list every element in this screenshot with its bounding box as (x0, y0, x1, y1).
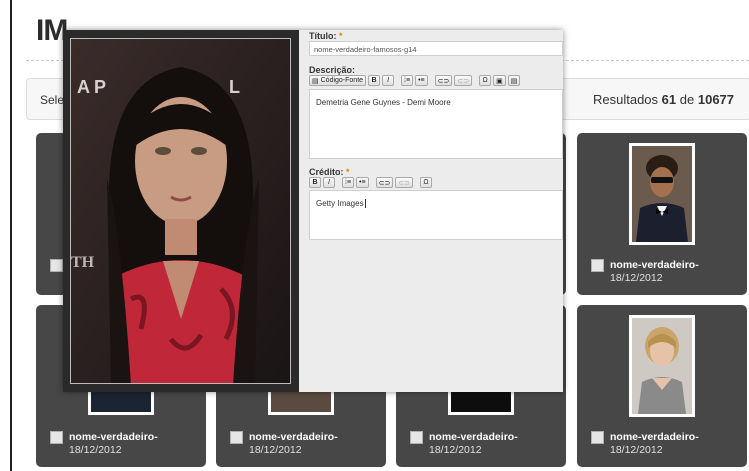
card-name: nome-verdadeiro- (610, 431, 699, 443)
descricao-toolbar: ▤ Código-Fonte B I ⁞≡ •≡ ⊂⊃ ⊂⊃ Ω ▣ ▤ (309, 74, 521, 87)
ordered-list-button[interactable]: ⁞≡ (401, 75, 414, 86)
portrait-woman-photo-icon: AP L TH (71, 39, 290, 383)
select-label[interactable]: Sele (40, 93, 64, 107)
select-checkbox[interactable] (591, 259, 604, 272)
bold-button[interactable]: B (309, 177, 321, 188)
text-caret (364, 199, 366, 209)
results-summary: Resultados 61 de 10677 (593, 92, 734, 107)
card-name: nome-verdadeiro- (610, 259, 699, 271)
italic-button[interactable]: I (382, 75, 395, 86)
results-sep: de (679, 92, 695, 107)
results-prefix: Resultados (593, 92, 659, 107)
card-date: 18/12/2012 (610, 272, 663, 284)
card-name: nome-verdadeiro- (429, 431, 518, 443)
svg-text:TH: TH (71, 254, 95, 271)
special-char-button[interactable]: Ω (479, 75, 492, 86)
descricao-editor[interactable]: Demetria Gene Guynes - Demi Moore (309, 89, 563, 159)
source-code-icon: ▤ (312, 77, 319, 85)
titulo-input[interactable]: nome-verdadeiro-famosos-g14 (309, 41, 563, 56)
image-card[interactable]: nome-verdadeiro- 18/12/2012 (577, 305, 747, 467)
portrait-man-icon (632, 146, 692, 242)
card-date: 18/12/2012 (69, 444, 122, 456)
select-checkbox[interactable] (410, 431, 423, 444)
link-button[interactable]: ⊂⊃ (375, 177, 394, 188)
left-border (10, 0, 12, 471)
ordered-list-button[interactable]: ⁞≡ (342, 177, 355, 188)
thumbnail-image[interactable] (629, 143, 695, 245)
card-date: 18/12/2012 (610, 444, 663, 456)
unlink-button[interactable]: ⊂⊃ (395, 177, 414, 188)
bullet-list-button[interactable]: •≡ (415, 75, 428, 86)
select-checkbox[interactable] (591, 431, 604, 444)
unlink-button[interactable]: ⊂⊃ (454, 75, 473, 86)
results-count: 61 (661, 92, 677, 107)
select-checkbox[interactable] (50, 431, 63, 444)
card-name: nome-verdadeiro- (69, 431, 158, 443)
thumbnail-image[interactable] (629, 315, 695, 417)
card-name: nome-verdadeiro- (249, 431, 338, 443)
svg-text:AP: AP (77, 77, 110, 97)
link-button[interactable]: ⊂⊃ (434, 75, 453, 86)
results-total: 10677 (697, 92, 735, 107)
paste-text-button[interactable]: ▣ (493, 75, 506, 86)
card-date: 18/12/2012 (249, 444, 302, 456)
paste-word-button[interactable]: ▤ (507, 75, 521, 86)
credito-editor[interactable]: Getty Images (309, 190, 563, 240)
credito-toolbar: B I ⁞≡ •≡ ⊂⊃ ⊂⊃ Ω (309, 176, 433, 189)
card-date: 18/12/2012 (429, 444, 482, 456)
select-checkbox[interactable] (50, 259, 63, 272)
image-card[interactable]: nome-verdadeiro- 18/12/2012 (577, 133, 747, 295)
source-code-button[interactable]: ▤ Código-Fonte (309, 75, 367, 86)
titulo-label: Título: * (309, 31, 343, 41)
svg-text:L: L (229, 77, 240, 97)
italic-button[interactable]: I (323, 177, 335, 188)
preview-photo: AP L TH (70, 38, 291, 384)
bullet-list-button[interactable]: •≡ (356, 177, 369, 188)
bold-button[interactable]: B (368, 75, 381, 86)
select-checkbox[interactable] (230, 431, 243, 444)
special-char-button[interactable]: Ω (420, 177, 433, 188)
portrait-woman-icon (632, 318, 692, 414)
